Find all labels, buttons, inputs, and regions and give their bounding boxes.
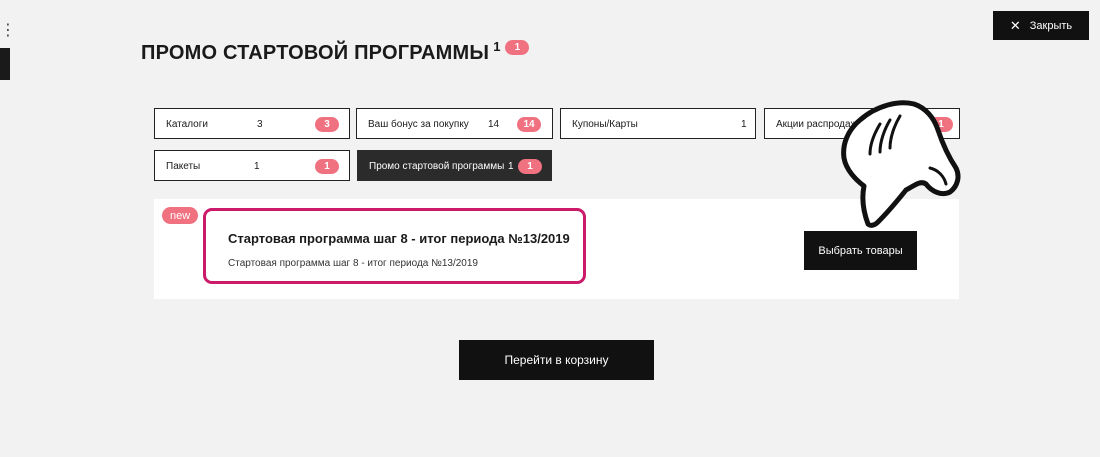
promo-item-title: Стартовая программа шаг 8 - итог периода… (228, 231, 570, 246)
go-to-cart-button[interactable]: Перейти в корзину (459, 340, 654, 380)
tab-label: Промо стартовой программы (369, 161, 505, 172)
tab-badge: 14 (517, 117, 541, 132)
tab-badge: 1 (315, 159, 339, 174)
close-button-label: Закрыть (1029, 19, 1073, 32)
page-title: ПРОМО СТАРТОВОЙ ПРОГРАММЫ (141, 42, 490, 64)
tab-count: 14 (488, 119, 500, 130)
title-count-badge: 1 (505, 40, 530, 55)
tab-label: Каталоги (166, 119, 208, 130)
choose-products-button[interactable]: Выбрать товары (804, 231, 917, 270)
tab-count: 1 (508, 161, 514, 172)
tab-label: Пакеты (166, 161, 201, 172)
title-superscript: 1 (493, 39, 501, 54)
tab-label: Купоны/Карты (572, 119, 638, 130)
tab-count: 1 (254, 161, 260, 172)
page-title-group: ПРОМО СТАРТОВОЙ ПРОГРАММЫ 1 1 (141, 39, 530, 65)
close-icon: ✕ (1009, 18, 1021, 33)
tab-count: 1 (741, 119, 747, 130)
background-nav-item (0, 48, 10, 80)
tab-badge: 1 (518, 159, 542, 174)
tab-purchase-bonus[interactable]: Ваш бонус за покупку 14 14 (356, 108, 553, 139)
promo-item-subtitle: Стартовая программа шаг 8 - итог периода… (228, 258, 478, 269)
tab-coupons-cards[interactable]: Купоны/Карты 1 (560, 108, 756, 139)
pointing-hand-icon (841, 100, 961, 228)
tab-catalogs[interactable]: Каталоги 3 3 (154, 108, 350, 139)
tab-badge: 3 (315, 117, 339, 132)
close-button[interactable]: ✕ Закрыть (993, 11, 1089, 40)
highlight-frame (203, 208, 586, 284)
tab-label: Ваш бонус за покупку (368, 119, 469, 130)
tab-packages[interactable]: Пакеты 1 1 (154, 150, 350, 181)
tab-starter-program-promo[interactable]: Промо стартовой программы 1 1 (357, 150, 552, 181)
new-badge: new (162, 207, 199, 224)
tab-count: 3 (257, 119, 263, 130)
